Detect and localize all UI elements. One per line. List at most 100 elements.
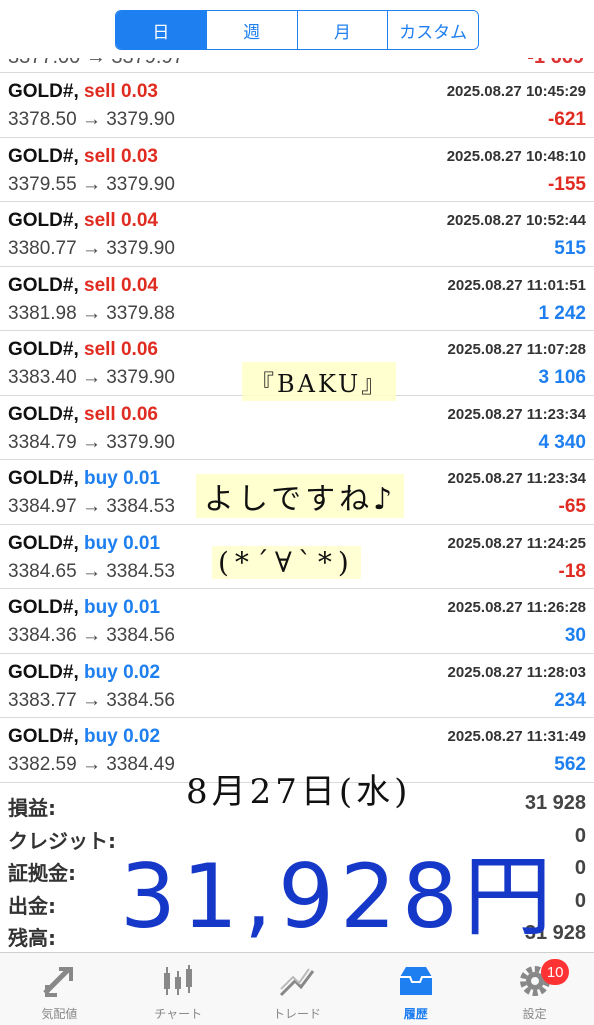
trade-profit: 562 <box>554 754 586 775</box>
trade-row[interactable]: GOLD#, buy 0.01 2025.08.27 11:26:28 3384.3… <box>0 589 594 654</box>
trade-time: 2025.08.27 11:01:51 <box>447 276 586 294</box>
trade-history-list: 3377.00 → 3379.97 -1 669 GOLD#, sell 0.0… <box>0 58 594 783</box>
handwritten-yoshi: よしですね♪ <box>196 474 405 518</box>
handwritten-yen-total: 31,928円 <box>120 845 558 948</box>
quotes-icon <box>43 967 74 997</box>
trade-icon <box>279 968 315 997</box>
trade-symbol: GOLD#, sell 0.06 <box>8 403 158 425</box>
trade-row[interactable]: GOLD#, sell 0.04 2025.08.27 11:01:51 3381.… <box>0 267 594 331</box>
trade-side-volume: sell 0.03 <box>84 81 158 102</box>
tab-chart[interactable]: チャート <box>119 953 238 1025</box>
trade-time: 2025.08.27 10:48:10 <box>446 147 586 165</box>
tab-label: 気配値 <box>41 1007 78 1021</box>
trade-profit: -155 <box>547 173 586 195</box>
segment-month[interactable]: 月 <box>296 11 388 49</box>
trade-time: 2025.08.27 11:26:28 <box>447 599 586 616</box>
trade-prices: 3384.79 → 3379.90 <box>8 431 175 453</box>
trade-time: 2025.08.27 11:23:34 <box>447 405 586 423</box>
trade-time: 2025.08.27 11:24:25 <box>447 534 586 552</box>
trade-symbol: GOLD#, sell 0.06 <box>8 339 158 360</box>
handwritten-baku: 『BAKU』 <box>242 362 397 401</box>
trade-prices: 3384.36 → 3384.56 <box>8 625 175 646</box>
summary-label: 損益: <box>8 796 56 820</box>
summary-label: クレジット: <box>8 828 116 853</box>
period-segmented-control: 日 週 月 カスタム <box>115 10 479 50</box>
trade-side-volume: sell 0.06 <box>84 403 158 425</box>
trade-prices: 3378.50 → 3379.90 <box>8 109 175 130</box>
trade-time: 2025.08.27 11:28:03 <box>447 663 586 681</box>
trade-prices: 3379.55 → 3379.90 <box>8 173 175 195</box>
trade-prices: 3384.97 → 3384.53 <box>8 496 175 517</box>
trade-profit: -18 <box>558 560 586 582</box>
trade-prices: 3381.98 → 3379.88 <box>8 302 175 324</box>
summary-value: 0 <box>574 889 586 912</box>
trade-profit: 3 106 <box>538 367 586 388</box>
trade-profit: 515 <box>554 238 586 259</box>
trade-symbol: GOLD#, sell 0.03 <box>8 145 158 167</box>
tab-quotes[interactable]: 気配値 <box>0 953 119 1025</box>
trade-symbol: GOLD#, buy 0.01 <box>8 468 161 489</box>
trade-symbol: GOLD#, buy 0.01 <box>8 597 161 618</box>
summary-label: 証拠金: <box>8 861 76 885</box>
trade-side-volume: buy 0.01 <box>84 468 161 489</box>
partial-prices: 3377.00 → 3379.97 <box>8 58 184 69</box>
trade-symbol: GOLD#, buy 0.02 <box>8 726 161 747</box>
trade-prices: 3380.77 → 3379.90 <box>8 238 175 259</box>
tab-trade[interactable]: トレード <box>238 953 357 1025</box>
history-icon <box>399 967 432 995</box>
trade-symbol: GOLD#, sell 0.03 <box>8 81 158 102</box>
summary-label: 出金: <box>8 893 56 918</box>
handwritten-date: 8月27日(水) <box>186 772 412 812</box>
trade-prices: 3384.65 → 3384.53 <box>8 560 175 582</box>
trade-prices: 3383.77 → 3384.56 <box>8 689 175 711</box>
trade-side-volume: sell 0.03 <box>84 145 158 167</box>
tab-label: トレード <box>272 1007 321 1021</box>
segment-custom[interactable]: カスタム <box>387 11 478 49</box>
summary-value: 31 928 <box>524 792 586 814</box>
trade-prices: 3382.59 → 3384.49 <box>8 754 175 775</box>
partial-profit: -1 669 <box>527 58 584 69</box>
trade-profit: 4 340 <box>538 431 586 453</box>
trade-row[interactable]: GOLD#, sell 0.06 2025.08.27 11:23:34 3384.… <box>0 396 594 460</box>
bottom-tab-bar: 気配値 チャート トレード 履歴 設定 10 <box>0 952 594 1025</box>
trade-profit: 1 242 <box>538 302 586 324</box>
trade-symbol: GOLD#, sell 0.04 <box>8 210 158 231</box>
trade-side-volume: buy 0.01 <box>84 532 161 554</box>
tab-settings[interactable]: 設定 10 <box>475 953 594 1025</box>
notification-badge: 10 <box>541 959 570 985</box>
trade-symbol: GOLD#, buy 0.02 <box>8 661 161 683</box>
trade-time: 2025.08.27 10:52:44 <box>446 212 586 229</box>
trade-time: 2025.08.27 11:31:49 <box>447 728 586 745</box>
segment-day[interactable]: 日 <box>116 11 206 49</box>
partial-trade-row[interactable]: 3377.00 → 3379.97 -1 669 <box>0 58 594 73</box>
chart-icon <box>164 965 193 995</box>
trade-side-volume: sell 0.04 <box>84 210 158 231</box>
tab-label: 設定 <box>522 1007 547 1021</box>
tab-label: 履歴 <box>403 1007 428 1021</box>
trade-side-volume: buy 0.02 <box>84 726 161 747</box>
trade-row[interactable]: GOLD#, sell 0.03 2025.08.27 10:48:10 3379.… <box>0 138 594 202</box>
trade-side-volume: buy 0.01 <box>84 597 161 618</box>
trade-time: 2025.08.27 11:23:34 <box>447 470 586 487</box>
trade-profit: 30 <box>564 625 586 646</box>
trade-row[interactable]: GOLD#, buy 0.02 2025.08.27 11:28:03 3383.7… <box>0 654 594 718</box>
segment-week[interactable]: 週 <box>205 11 297 49</box>
trade-side-volume: sell 0.04 <box>84 274 158 296</box>
trade-time: 2025.08.27 10:45:29 <box>446 83 586 100</box>
summary-value: 0 <box>574 824 586 847</box>
summary-value: 0 <box>574 857 586 879</box>
trade-row[interactable]: GOLD#, sell 0.04 2025.08.27 10:52:44 3380.… <box>0 202 594 267</box>
trade-profit: -621 <box>547 109 586 130</box>
trade-symbol: GOLD#, buy 0.01 <box>8 532 161 554</box>
trade-profit: 234 <box>554 689 586 711</box>
trade-symbol: GOLD#, sell 0.04 <box>8 274 158 296</box>
summary-label: 残高: <box>8 926 56 950</box>
trade-row[interactable]: GOLD#, sell 0.03 2025.08.27 10:45:29 3378.… <box>0 73 594 138</box>
trade-side-volume: sell 0.06 <box>84 339 158 360</box>
tab-history[interactable]: 履歴 <box>356 953 475 1025</box>
trade-side-volume: buy 0.02 <box>84 661 161 683</box>
trade-profit: -65 <box>558 496 586 517</box>
tab-label: チャート <box>154 1007 203 1021</box>
trade-time: 2025.08.27 11:07:28 <box>447 341 586 358</box>
handwritten-face: (*´∀`*) <box>212 546 361 579</box>
